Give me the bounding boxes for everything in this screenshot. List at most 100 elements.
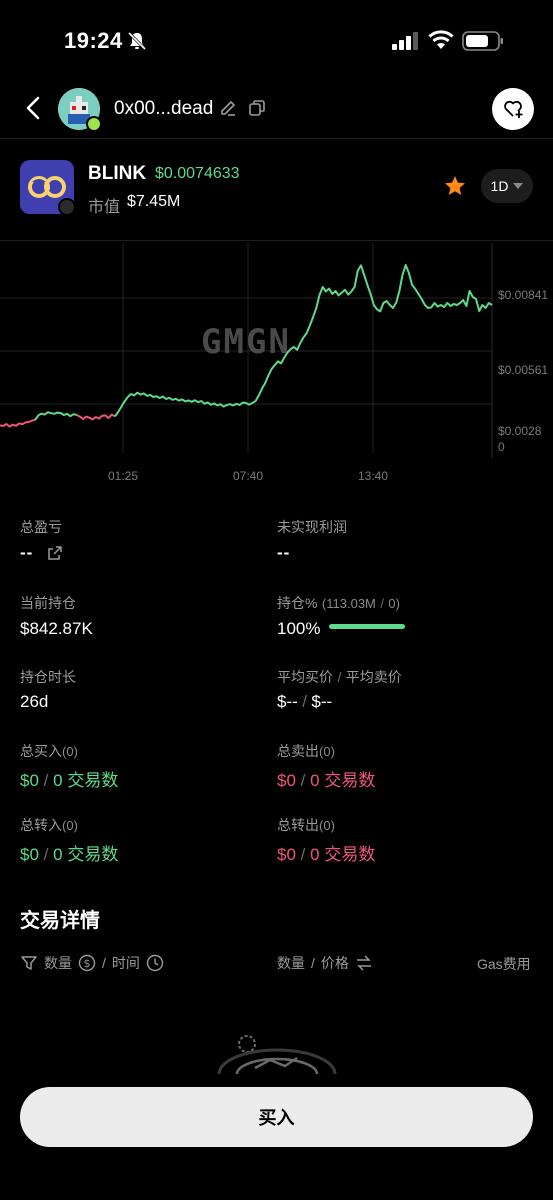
- transfer-in-amount: $0: [20, 845, 39, 864]
- slash-separator: /: [302, 692, 307, 711]
- price-line-segment-1: [34, 411, 77, 421]
- token-divider: [0, 240, 553, 241]
- col-gas-fee[interactable]: Gas费用: [477, 954, 531, 974]
- y-tick-label: 0: [498, 440, 505, 454]
- paren-close: ): [330, 744, 335, 759]
- transfer-in-header: 总转入(0): [20, 815, 78, 835]
- transfer-in-tx: 0: [53, 845, 63, 864]
- timeframe-selector[interactable]: 1D: [481, 169, 533, 203]
- clock-icon[interactable]: [146, 954, 164, 972]
- slash-separator: /: [300, 771, 306, 790]
- favorite-star-icon[interactable]: [443, 174, 467, 198]
- token-price: $0.0074633: [155, 165, 240, 182]
- tx-unit: 交易数: [67, 771, 119, 790]
- holding-duration-label: 持仓时长: [20, 669, 76, 685]
- transfer-in-values: $0 / 0 交易数: [20, 840, 118, 865]
- unrealized-pnl-value: --: [277, 543, 291, 562]
- current-holding-label: 当前持仓: [20, 595, 76, 611]
- dollar-circle-icon[interactable]: $: [78, 954, 96, 972]
- paren-close: ): [73, 818, 78, 833]
- avg-buy-label: 平均买价: [277, 669, 333, 685]
- transfer-in-count: 0: [66, 818, 74, 833]
- slash-separator: /: [300, 845, 306, 864]
- tx-unit: 交易数: [324, 771, 376, 790]
- col-time[interactable]: 时间: [112, 953, 140, 973]
- x-tick-label: 07:40: [233, 469, 264, 483]
- transfer-out-amount: $0: [277, 845, 296, 864]
- token-symbol: BLINK: [88, 163, 147, 184]
- edit-icon[interactable]: [218, 98, 238, 118]
- x-tick-label: 01:25: [108, 469, 139, 483]
- slash-separator: /: [43, 845, 49, 864]
- price-line-segment-3: [114, 264, 493, 417]
- total-buy-header: 总买入(0): [20, 741, 78, 761]
- unrealized-pnl-label: 未实现利润: [277, 519, 347, 535]
- market-cap-value: $7.45M: [127, 193, 181, 210]
- current-holding-value: $842.87K: [20, 619, 93, 638]
- transfer-out-tx: 0: [310, 845, 320, 864]
- chain-badge-icon: [58, 198, 76, 216]
- tx-unit: 交易数: [67, 845, 119, 864]
- price-chart[interactable]: GMGN $0.00841 $0.00561 $0.0028 0: [0, 243, 553, 488]
- market-cap-label: 市值: [88, 199, 121, 216]
- swap-arrows-icon[interactable]: [355, 954, 373, 972]
- holding-duration-value: 26d: [20, 692, 49, 711]
- header-divider: [0, 138, 553, 139]
- y-tick-label: $0.00841: [498, 288, 548, 302]
- total-buy-count: 0: [66, 744, 74, 759]
- slash-separator: /: [380, 596, 384, 611]
- slash-separator: /: [337, 669, 342, 685]
- total-buy-label: 总买入: [20, 743, 62, 759]
- follow-wallet-button[interactable]: [492, 88, 534, 130]
- total-sell-amount: $0: [277, 771, 296, 790]
- timeframe-label: 1D: [490, 178, 509, 194]
- y-tick-label: $0.0028: [498, 424, 542, 438]
- avg-sell-value: $--: [311, 692, 333, 711]
- slash-separator: /: [43, 771, 49, 790]
- avg-buy-value: $--: [277, 692, 298, 711]
- paren-close: ): [330, 818, 335, 833]
- heart-plus-icon: [504, 100, 523, 118]
- wifi-icon: [428, 30, 454, 49]
- bell-muted-icon: [127, 31, 147, 51]
- total-pnl-value: --: [20, 543, 34, 562]
- total-sell-tx: 0: [310, 771, 320, 790]
- svg-text:$: $: [84, 957, 91, 970]
- price-line-segment-2: [76, 413, 116, 421]
- y-axis-ticks: $0.00841 $0.00561 $0.0028 0: [498, 288, 548, 454]
- x-tick-label: 13:40: [358, 469, 389, 483]
- holding-pct-value: 100%: [277, 619, 321, 638]
- trades-header-left: 数量 $ / 时间: [20, 953, 164, 973]
- filter-icon[interactable]: [20, 954, 38, 972]
- col-price[interactable]: 价格: [321, 953, 349, 973]
- chart-watermark: GMGN: [201, 322, 291, 362]
- transfer-out-values: $0 / 0 交易数: [277, 840, 375, 865]
- total-sell-count: 0: [323, 744, 331, 759]
- tx-unit: 交易数: [324, 845, 376, 864]
- total-sell-header: 总卖出(0): [277, 741, 335, 761]
- col-quantity[interactable]: 数量: [277, 953, 305, 973]
- copy-icon[interactable]: [247, 98, 267, 118]
- avg-price-header: 平均买价 / 平均卖价: [277, 667, 402, 687]
- col-amount[interactable]: 数量: [44, 953, 72, 973]
- holding-progress-track: [329, 624, 405, 629]
- holding-pct-total: 0: [388, 596, 396, 611]
- holding-pct-label: 持仓%: [277, 595, 318, 611]
- avg-price-values: $-- / $--: [277, 692, 332, 712]
- total-pnl-label: 总盈亏: [20, 519, 62, 535]
- transfer-out-header: 总转出(0): [277, 815, 335, 835]
- buy-button[interactable]: 买入: [20, 1087, 533, 1147]
- trade-details-title: 交易详情: [20, 910, 100, 932]
- cellular-signal-icon: [392, 32, 418, 50]
- total-sell-values: $0 / 0 交易数: [277, 766, 375, 791]
- chevron-down-icon: [513, 183, 524, 189]
- status-time: 19:24: [64, 28, 123, 53]
- y-tick-label: $0.00561: [498, 363, 548, 377]
- holding-progress-fill: [329, 624, 405, 629]
- back-button[interactable]: [18, 92, 48, 124]
- share-icon[interactable]: [47, 545, 63, 561]
- transfer-out-label: 总转出: [277, 817, 319, 833]
- price-line-segment-0: [0, 419, 36, 428]
- empty-state-illustration-icon: [217, 1035, 337, 1074]
- paren-close: ): [73, 744, 78, 759]
